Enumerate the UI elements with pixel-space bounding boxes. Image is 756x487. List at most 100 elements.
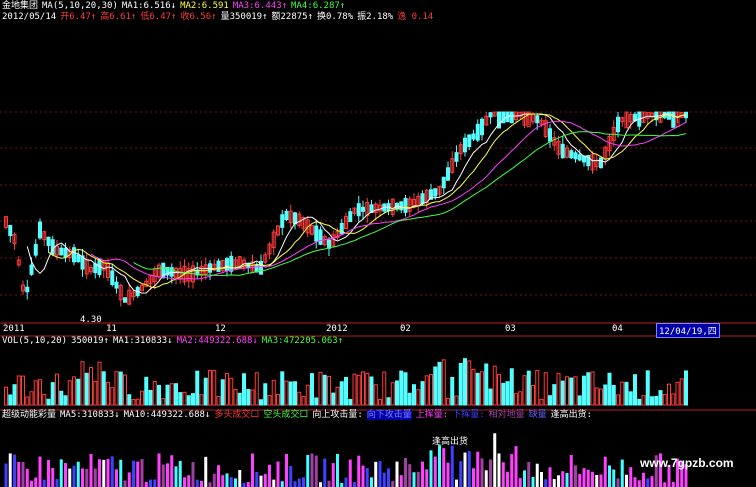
volume-bar <box>169 383 174 406</box>
indicator-bar <box>123 480 127 487</box>
indicator-bar <box>442 448 446 487</box>
volume-bar <box>441 359 446 406</box>
indicator-bar <box>327 480 331 487</box>
indicator-bar <box>497 453 501 487</box>
volume-bar <box>123 374 127 406</box>
candle-body <box>314 225 319 242</box>
volume-bar <box>416 389 421 406</box>
volume-bar <box>454 395 459 406</box>
volume-bar <box>662 393 667 406</box>
indicator-bar <box>489 459 492 487</box>
indicator-bar <box>191 462 195 487</box>
volume-bar <box>127 394 132 406</box>
volume-bar <box>565 376 569 406</box>
indicator-bar <box>204 456 208 487</box>
ind-item: 多头成交口 <box>214 410 260 420</box>
indicator-bar <box>425 469 429 487</box>
volume-bar <box>344 376 348 406</box>
volume-bar <box>250 389 255 406</box>
candle-body <box>8 224 13 237</box>
month-label: 04 <box>612 324 623 334</box>
volume-bar <box>348 398 353 406</box>
volume-bar <box>135 398 140 406</box>
indicator-bar <box>21 462 25 487</box>
candle-body <box>454 152 459 162</box>
volume-bar <box>322 374 327 406</box>
indicator-bar <box>98 459 101 487</box>
indicator-bar <box>472 468 475 487</box>
ind-item: 上挥量: <box>415 410 449 420</box>
volume-bar <box>335 386 340 406</box>
volume-bar <box>560 380 565 406</box>
candle-body <box>560 143 565 159</box>
volume-bar <box>484 363 489 406</box>
indicator-bar <box>391 481 395 487</box>
volume-bar <box>488 388 493 406</box>
volume-bar <box>97 361 102 406</box>
grid-lines <box>0 111 756 411</box>
indicator-bar <box>608 465 611 487</box>
volume-bar <box>212 370 217 406</box>
indicator-bar <box>344 477 348 487</box>
indicator-bar <box>136 461 140 487</box>
volume-bar <box>110 387 115 406</box>
indicator-bar <box>302 477 305 487</box>
indicator-bar <box>476 451 480 487</box>
volume-bar <box>658 390 663 406</box>
indicator-bar <box>217 465 220 487</box>
candle-body <box>38 221 42 239</box>
candle-body <box>33 244 38 256</box>
volume-bar <box>59 390 64 406</box>
indicator-bar <box>195 479 199 487</box>
candle-body <box>229 255 234 272</box>
candle-body <box>480 118 484 136</box>
indicator-bar <box>582 468 586 487</box>
volume-bar <box>505 381 510 406</box>
indicator-bar <box>47 459 50 487</box>
volume-bar <box>140 390 144 406</box>
volume-bar <box>628 391 633 406</box>
volume-bar <box>339 381 344 406</box>
volume-bar <box>667 383 671 406</box>
volume-bar <box>684 370 688 406</box>
indicator-bar <box>336 453 339 487</box>
indicator-bar <box>616 478 620 487</box>
volume-bar <box>76 378 81 406</box>
indicator-bar <box>55 479 59 487</box>
indicator-bar <box>157 453 161 487</box>
volume-bar <box>16 375 21 406</box>
candle-body <box>293 212 297 225</box>
indicator-bar <box>531 476 535 487</box>
ind-item: 缺量 <box>528 410 547 420</box>
volume-bar <box>144 376 149 406</box>
indicator-bar <box>395 461 399 487</box>
volume-bar <box>599 388 603 406</box>
indicator-bar <box>586 469 590 487</box>
volume-bar <box>208 369 212 406</box>
volume-bar <box>412 384 416 406</box>
indicator-bar <box>625 474 628 487</box>
indicator-bar <box>552 479 556 487</box>
volume-bar <box>288 381 293 406</box>
volume-bar <box>620 381 625 406</box>
volume-bar <box>577 395 582 406</box>
volume-bar <box>237 392 242 406</box>
indicator-bar <box>89 453 93 487</box>
volume-bar <box>114 371 119 406</box>
volume-bar <box>195 370 200 406</box>
sell-annotation: 逢高出货 <box>432 437 469 447</box>
indicator-bar <box>72 465 76 487</box>
volume-bar <box>318 371 323 406</box>
indicator-bar <box>8 453 12 487</box>
volume-bar <box>106 381 110 406</box>
indicator-bar <box>161 464 165 487</box>
volume-bar <box>424 375 429 406</box>
volume-bar <box>556 373 561 406</box>
month-label: 03 <box>505 324 516 334</box>
indicator-bar <box>429 450 433 487</box>
indicator-header: 超级动能彩量 MA5:310833↓ MA10:449322.688↓ 多头成交口 空头… <box>2 410 596 421</box>
candle-body <box>548 128 552 142</box>
volume-bar <box>29 391 34 406</box>
volume-bar <box>467 360 472 406</box>
volume-bar <box>225 372 229 406</box>
